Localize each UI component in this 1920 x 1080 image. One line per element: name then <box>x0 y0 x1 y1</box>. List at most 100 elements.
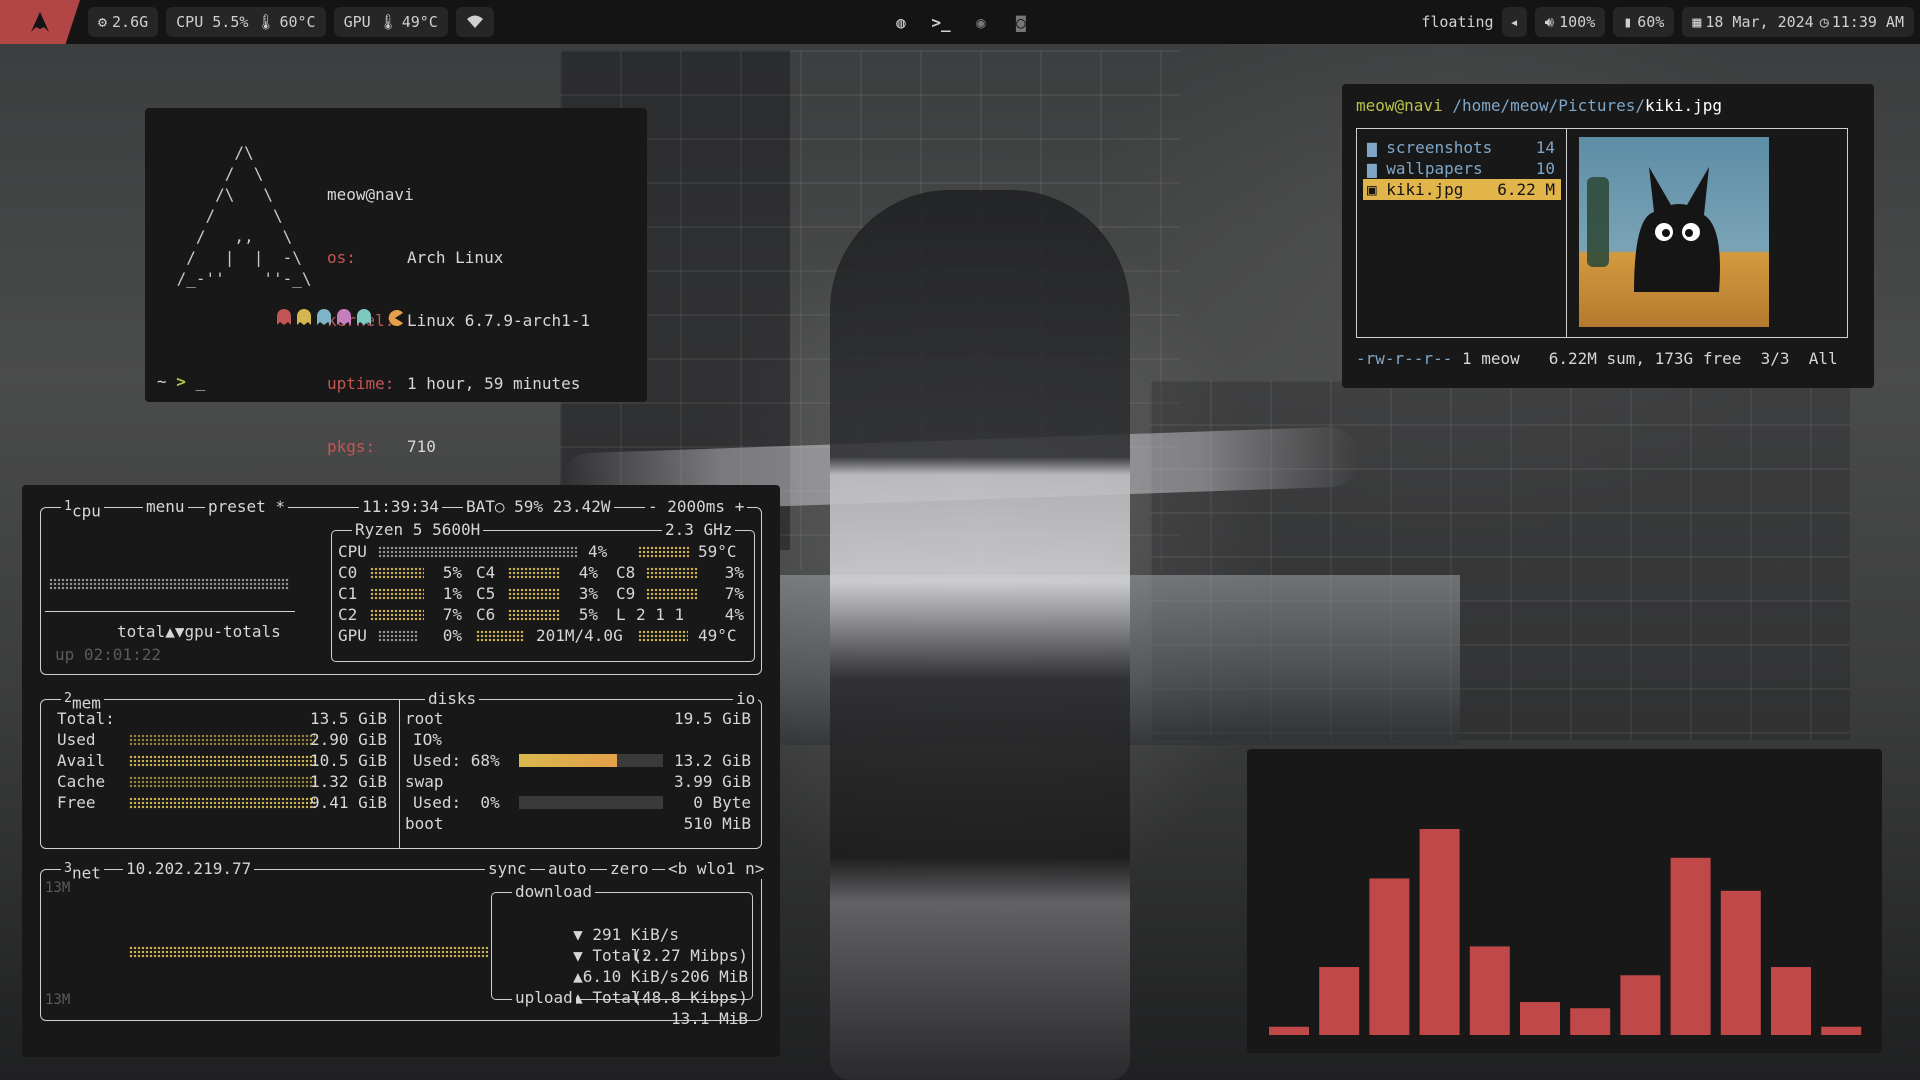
chevron-left-icon: ◂ <box>1509 13 1519 31</box>
speaker-icon: 🔊︎ <box>1544 13 1555 31</box>
workspace-steam[interactable]: ◉ <box>968 7 994 37</box>
cpu-widget[interactable]: CPU 5.5% 🌡︎ 60°C <box>166 7 326 37</box>
battery-icon: ▮ <box>1623 13 1633 31</box>
zero-toggle[interactable]: zero <box>607 859 652 879</box>
workspace-discord[interactable]: ◙ <box>1008 7 1034 37</box>
mem-avail-value: 10.5 GiB <box>309 751 387 770</box>
core-C2-pct: 7% <box>442 605 462 624</box>
core-C9-pct: 7% <box>724 584 744 603</box>
memory-widget[interactable]: ⚙ 2.6G <box>88 7 159 37</box>
disk-root-size: 19.5 GiB <box>673 709 751 728</box>
menu-button[interactable]: menu <box>143 497 188 517</box>
visualizer-bar <box>1319 967 1360 1035</box>
core-C0: C0 <box>338 563 358 582</box>
status-area: floating ◂ 🔊︎ 100% ▮ 60% ▦ 18 Mar, 2024 … <box>1421 7 1914 37</box>
file-entry[interactable]: ▆ screenshots 14 <box>1363 137 1561 158</box>
arch-logo-button[interactable] <box>0 0 80 44</box>
wifi-widget[interactable] <box>455 7 494 37</box>
core-C1-pct: 1% <box>442 584 462 603</box>
lf-file: kiki.jpg <box>1645 96 1723 115</box>
file-entry-selected[interactable]: ▣ kiki.jpg 6.22 M <box>1363 179 1561 200</box>
core-C2-graph <box>370 609 424 621</box>
core-C8-graph <box>646 567 698 579</box>
preset-button[interactable]: preset * <box>205 497 289 517</box>
mem-free-label: Free <box>57 793 96 812</box>
thermometer-icon: 🌡︎ <box>378 13 398 31</box>
file-entry[interactable]: ▆ wallpapers 10 <box>1363 158 1561 179</box>
auto-toggle[interactable]: auto <box>545 859 590 879</box>
btop-monitor[interactable]: 1cpu menu preset * 11:39:34 BAT○ 59% 23.… <box>22 485 780 1057</box>
interface-selector[interactable]: <b wlo1 n> <box>665 859 768 879</box>
audio-visualizer <box>1247 749 1882 1053</box>
cpu-frequency: 2.3 GHz <box>662 520 736 540</box>
core-C4-graph <box>508 567 560 579</box>
net-scale-bottom: 13M <box>45 992 71 1008</box>
workspace-browser[interactable]: ◍ <box>888 7 914 37</box>
volume-widget[interactable]: 🔊︎ 100% <box>1534 7 1606 37</box>
net-scale-top: 13M <box>45 880 71 896</box>
visualizer-bar <box>1570 1008 1611 1035</box>
image-file-icon: ▣ <box>1367 180 1377 199</box>
core-C9: C9 <box>616 584 636 603</box>
time-value: 11:39 AM <box>1831 13 1904 31</box>
cpu-total-pct: 4% <box>588 542 608 561</box>
cpu-temp: 60°C <box>279 13 316 31</box>
load-label: L <box>616 605 626 624</box>
disk-root-label: root <box>405 709 444 728</box>
disk-boot-size: 510 MiB <box>683 814 751 833</box>
download-title: download <box>512 882 596 902</box>
mem-avail-label: Avail <box>57 751 106 770</box>
cpu-temp-graph <box>638 546 690 558</box>
core-C1-graph <box>370 588 424 600</box>
gpu-pct: 0% <box>442 626 462 645</box>
disk-root-used-value: 13.2 GiB <box>673 751 751 770</box>
thermometer-icon: 🌡︎ <box>256 13 276 31</box>
user-host: meow@navi <box>327 185 414 204</box>
disks-panel-title[interactable]: disks <box>425 689 480 709</box>
uptime: up 02:01:22 <box>55 645 161 664</box>
io-toggle[interactable]: io <box>733 689 759 709</box>
core-C8-pct: 3% <box>724 563 744 582</box>
info-row: uptime: 1 hour, 59 minutes <box>327 374 581 393</box>
prompt-cursor: _ <box>195 372 206 391</box>
toggle-arrows-icon[interactable]: ▲▼ <box>165 622 185 641</box>
discord-icon: ◙ <box>1016 12 1026 32</box>
net-graph <box>129 946 489 958</box>
neofetch-terminal[interactable]: /\ / \ /\ \ / \ / ,, \ / | | -\ /_-'' ''… <box>145 108 647 582</box>
wallpaper-figure <box>830 190 1130 1080</box>
visualizer-bar <box>1771 967 1811 1035</box>
steam-icon: ◉ <box>976 12 986 32</box>
workspace-terminal[interactable]: >_ <box>928 7 954 37</box>
disk-root-used-label: Used: 68% <box>413 751 500 770</box>
gpu-widget[interactable]: GPU 🌡︎ 49°C <box>333 7 448 37</box>
layout-prev-button[interactable]: ◂ <box>1501 7 1527 37</box>
cpu-cores-box: Ryzen 5 5600H 2.3 GHz CPU 4% 59°C C0 5% … <box>331 520 755 662</box>
battery-display: BAT○ 59% 23.42W <box>463 497 614 517</box>
cpu-model: Ryzen 5 5600H <box>352 520 484 540</box>
core-C4-pct: 4% <box>578 563 598 582</box>
visualizer-bar <box>1269 1026 1309 1035</box>
shell-prompt[interactable]: ~ > _ <box>157 372 205 391</box>
core-C2: C2 <box>338 605 358 624</box>
disk-swap-used-label: Used: 0% <box>413 793 500 812</box>
file-owner: meow <box>1481 349 1520 368</box>
cpu-panel-title[interactable]: 1cpu <box>61 497 104 522</box>
sync-toggle[interactable]: sync <box>485 859 530 879</box>
lf-file-manager[interactable]: meow@navi /home/meow/Pictures/kiki.jpg ▆… <box>1342 84 1874 388</box>
layout-name[interactable]: floating <box>1421 13 1493 31</box>
clock-widget[interactable]: ▦ 18 Mar, 2024 ◷ 11:39 AM <box>1682 7 1914 37</box>
lf-statusline: -rw-r--r-- 1 meow 6.22M sum, 173G free 3… <box>1356 349 1838 368</box>
cpu-total-graph <box>49 578 289 590</box>
globe-icon: ◍ <box>896 12 906 32</box>
arch-icon <box>31 12 49 32</box>
visualizer-bar <box>1670 857 1711 1035</box>
update-interval[interactable]: - 2000ms + <box>645 497 748 517</box>
core-C5-pct: 3% <box>578 584 598 603</box>
core-C4: C4 <box>476 563 496 582</box>
gpu-temp: 49°C <box>401 13 438 31</box>
cpu-total-temp: 59°C <box>698 542 737 561</box>
folder-icon: ▆ <box>1367 138 1377 157</box>
load-average: 2 1 1 <box>636 605 685 624</box>
core-C5-graph <box>508 588 560 600</box>
battery-widget[interactable]: ▮ 60% <box>1613 7 1675 37</box>
